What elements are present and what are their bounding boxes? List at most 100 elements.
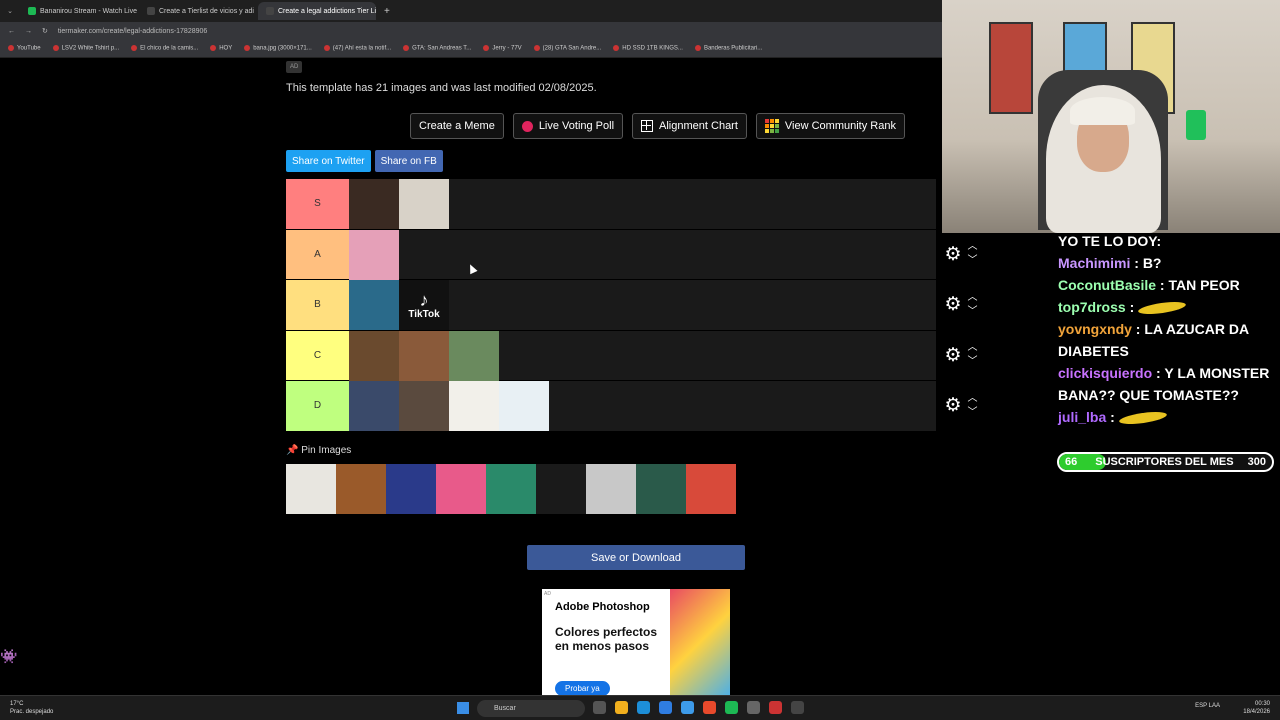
start-icon[interactable]	[457, 702, 469, 714]
new-tab-icon[interactable]: +	[384, 6, 390, 17]
tier-items[interactable]	[349, 229, 936, 280]
bookmark-item[interactable]: HOY	[210, 45, 232, 52]
chevron-up-icon[interactable]: ︿	[968, 291, 978, 305]
tier-image-tile[interactable]	[349, 381, 399, 431]
tier-image-tile[interactable]	[349, 280, 399, 330]
pin-image-tile[interactable]	[436, 464, 486, 514]
clock[interactable]: 00:30 18/4/2026	[1243, 700, 1270, 716]
webcam-overlay	[942, 0, 1280, 233]
pin-image-tile[interactable]	[386, 464, 436, 514]
system-tray[interactable]: ESP LAA	[1195, 703, 1220, 709]
share-twitter-button[interactable]: Share on Twitter	[286, 150, 371, 172]
gear-icon[interactable]: ⚙	[944, 243, 961, 266]
grid-icon	[641, 120, 654, 132]
gear-icon[interactable]: ⚙	[944, 344, 961, 367]
save-download-button[interactable]: Save or Download	[527, 545, 745, 570]
pin-images-heading[interactable]: 📌 Pin Images	[286, 445, 351, 456]
chat-username[interactable]: CoconutBasile	[1058, 277, 1156, 293]
gear-icon[interactable]: ⚙	[944, 394, 961, 417]
explorer-icon[interactable]	[615, 701, 628, 714]
app-icon[interactable]	[747, 701, 760, 714]
bookmark-item[interactable]: El chico de la camis...	[131, 45, 198, 52]
live-voting-button[interactable]: Live Voting Poll	[512, 113, 624, 139]
pin-image-tile[interactable]	[686, 464, 736, 514]
mail-icon[interactable]	[681, 701, 694, 714]
tier-image-tile[interactable]	[399, 330, 449, 381]
bookmark-item[interactable]: (47) Ahí esta la notif...	[323, 45, 391, 52]
tier-image-tile[interactable]	[449, 330, 499, 381]
chevron-down-icon[interactable]: ﹀	[968, 305, 978, 319]
tier-image-tile[interactable]	[349, 330, 399, 381]
create-meme-button[interactable]: Create a Meme	[410, 113, 504, 139]
chat-username[interactable]: juli_lba	[1058, 409, 1106, 425]
tier-label[interactable]: S	[286, 179, 349, 229]
taskbar-search[interactable]: Buscar	[477, 700, 585, 717]
weather-widget[interactable]: 17°C Prac. despejado	[10, 700, 53, 716]
tier-items[interactable]	[349, 381, 936, 431]
chevron-up-icon[interactable]: ︿	[968, 240, 978, 254]
gear-icon[interactable]: ⚙	[944, 293, 961, 316]
bookmark-item[interactable]: HD SSD 1TB KINGS...	[613, 45, 683, 52]
chat-username[interactable]: yovngxndy	[1058, 321, 1132, 337]
tier-items[interactable]: ♪ TikTok	[349, 280, 936, 330]
pin-image-tile[interactable]	[336, 464, 386, 514]
tab-menu-icon[interactable]: ⌄	[0, 7, 20, 15]
app2-icon[interactable]	[769, 701, 782, 714]
ad-cta-button[interactable]: Probar ya	[555, 681, 610, 695]
pin-image-tile[interactable]	[586, 464, 636, 514]
pin-image-tile[interactable]	[636, 464, 686, 514]
task-view-icon[interactable]	[593, 701, 606, 714]
tier-image-tile[interactable]	[399, 179, 449, 229]
chevron-down-icon[interactable]: ﹀	[968, 406, 978, 420]
tier-image-tile[interactable]	[349, 179, 399, 229]
adobe-ad[interactable]: AD Adobe Photoshop Colores perfectos en …	[542, 589, 730, 695]
chrome-icon[interactable]	[703, 701, 716, 714]
tab-favicon-icon	[28, 7, 36, 15]
chat-username[interactable]: top7dross	[1058, 299, 1126, 315]
pin-image-tile[interactable]	[286, 464, 336, 514]
bookmark-item[interactable]: Jerry - 77V	[483, 45, 522, 52]
store-icon[interactable]	[659, 701, 672, 714]
bookmark-item[interactable]: (28) GTA San Andre...	[533, 45, 601, 52]
tier-label[interactable]: B	[286, 280, 349, 330]
bookmark-item[interactable]: GTA: San Andreas T...	[403, 45, 471, 52]
tier-label[interactable]: C	[286, 330, 349, 380]
chevron-up-icon[interactable]: ︿	[968, 392, 978, 406]
pin-image-tile[interactable]	[486, 464, 536, 514]
url-field[interactable]: tiermaker.com/create/legal-addictions-17…	[58, 28, 207, 35]
tier-row: B ♪ TikTok ⚙ ︿ ﹀	[286, 280, 986, 331]
tier-items[interactable]	[349, 179, 936, 229]
chat-username[interactable]: Machimimi	[1058, 255, 1130, 271]
chevron-up-icon[interactable]: ︿	[968, 341, 978, 355]
browser-tab[interactable]: Create a legal addictions Tier Li×	[258, 2, 376, 20]
bookmark-item[interactable]: Banderas Publicitari...	[694, 45, 762, 52]
browser-tab[interactable]: Bananirou Stream - Watch Live×	[20, 2, 138, 20]
tier-image-tile[interactable]	[449, 381, 499, 431]
tab-title: Create a Tierlist de vicios y adi	[159, 7, 254, 15]
forward-icon[interactable]: →	[25, 28, 32, 35]
tier-items[interactable]	[349, 330, 936, 381]
bookmark-item[interactable]: LSV2 White Tshirt p...	[52, 45, 119, 52]
reload-icon[interactable]: ↻	[42, 27, 48, 35]
alignment-chart-button[interactable]: Alignment Chart	[632, 113, 747, 139]
share-fb-button[interactable]: Share on FB	[374, 150, 443, 172]
tier-label[interactable]: A	[286, 229, 349, 279]
tier-image-tile[interactable]	[499, 381, 549, 431]
chevron-down-icon[interactable]: ﹀	[968, 254, 978, 268]
pin-image-tile[interactable]	[536, 464, 586, 514]
app3-icon[interactable]	[791, 701, 804, 714]
browser-tab[interactable]: Create a Tierlist de vicios y adi×	[139, 2, 257, 20]
bookmark-item[interactable]: bana.jpg (3000×171...	[244, 45, 312, 52]
tier-image-tile[interactable]	[399, 381, 449, 431]
tiktok-tile[interactable]: ♪ TikTok	[399, 280, 449, 330]
edge-icon[interactable]	[637, 701, 650, 714]
chat-username[interactable]: clickisquierdo	[1058, 365, 1152, 381]
bookmark-item[interactable]: YouTube	[8, 45, 41, 52]
subs-goal-bar: 66 SUSCRIPTORES DEL MES 300	[1057, 452, 1274, 472]
tier-label[interactable]: D	[286, 381, 349, 431]
spotify-icon[interactable]	[725, 701, 738, 714]
back-icon[interactable]: ←	[8, 28, 15, 35]
tier-image-tile[interactable]	[349, 229, 399, 280]
chevron-down-icon[interactable]: ﹀	[968, 355, 978, 369]
community-rank-button[interactable]: View Community Rank	[755, 113, 905, 139]
